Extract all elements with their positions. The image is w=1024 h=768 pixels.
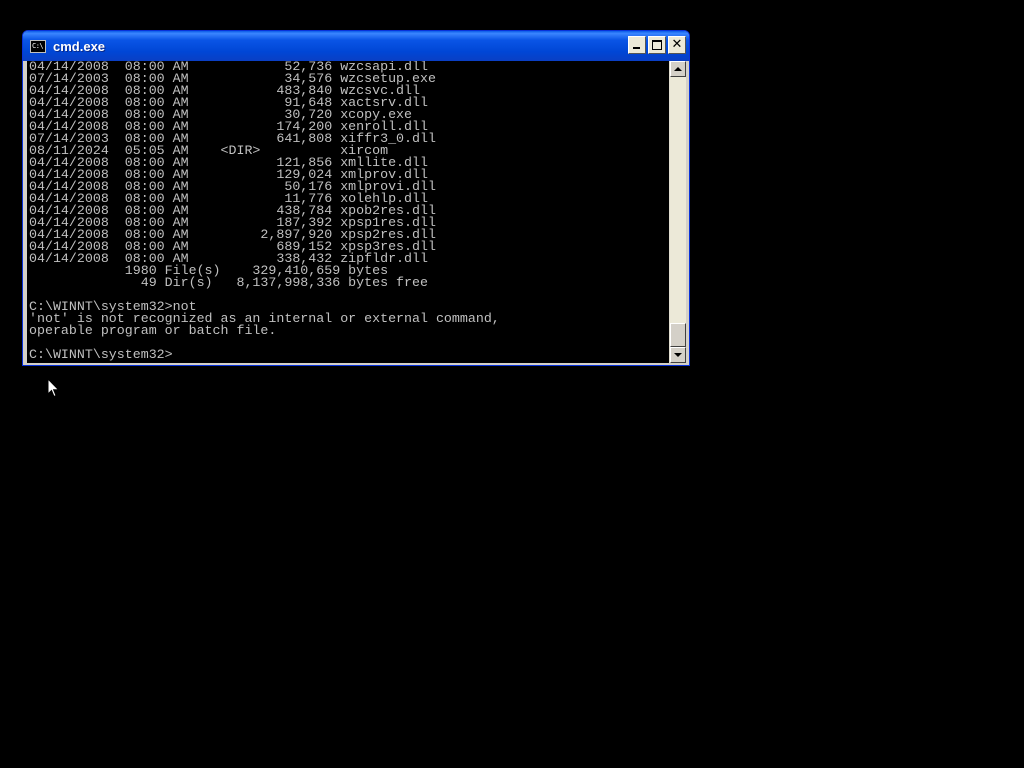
console-text: 04/14/2008 08:00 AM 52,736 wzcsapi.dll 0… bbox=[27, 61, 669, 361]
console-line: C:\WINNT\system32> bbox=[29, 347, 173, 362]
scroll-up-button[interactable] bbox=[670, 61, 686, 77]
console-line: 49 Dir(s) 8,137,998,336 bytes free bbox=[29, 275, 428, 290]
window-title: cmd.exe bbox=[53, 38, 106, 54]
cmd-icon: C:\ bbox=[30, 39, 46, 53]
close-button[interactable]: ✕ bbox=[668, 36, 686, 54]
minimize-button[interactable] bbox=[628, 36, 646, 54]
console-line: operable program or batch file. bbox=[29, 323, 277, 338]
mouse-pointer-icon bbox=[47, 378, 60, 398]
window-controls: ✕ bbox=[628, 36, 686, 54]
scroll-down-button[interactable] bbox=[670, 347, 686, 363]
scroll-thumb[interactable] bbox=[670, 323, 686, 347]
cmd-window[interactable]: C:\ cmd.exe ✕ 04/14/2008 08:00 AM 52,736… bbox=[22, 30, 690, 366]
maximize-button[interactable] bbox=[648, 36, 666, 54]
console-output[interactable]: 04/14/2008 08:00 AM 52,736 wzcsapi.dll 0… bbox=[27, 61, 669, 363]
vertical-scrollbar[interactable] bbox=[669, 61, 686, 363]
title-bar[interactable]: C:\ cmd.exe ✕ bbox=[23, 31, 689, 61]
